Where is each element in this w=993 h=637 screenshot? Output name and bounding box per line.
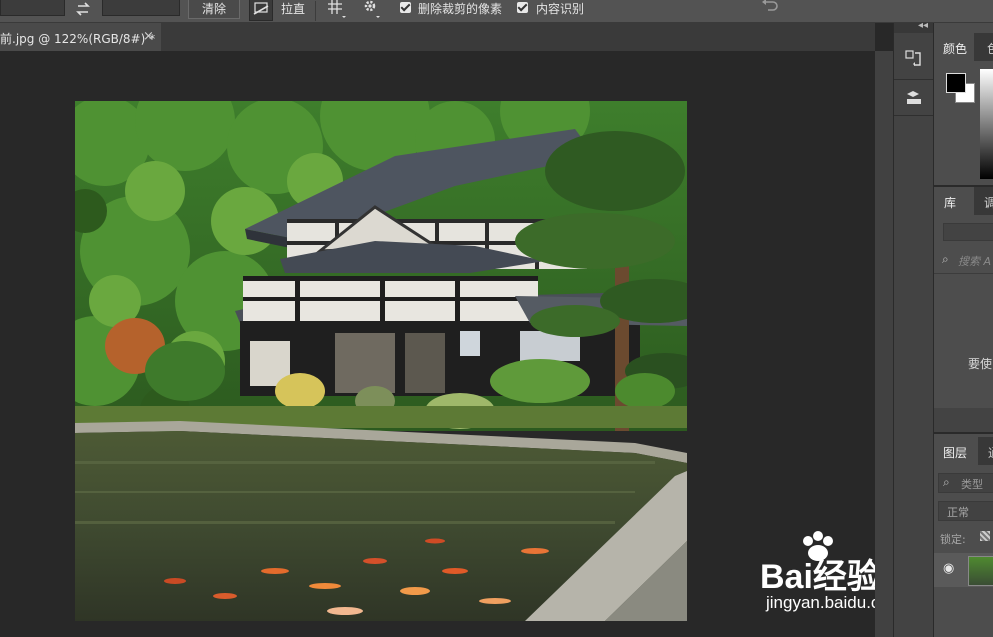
vertical-scrollbar[interactable]	[875, 51, 893, 637]
width-field[interactable]	[0, 0, 65, 16]
library-footer	[934, 408, 993, 432]
library-search-input[interactable]: 搜索 A	[958, 253, 991, 269]
swap-dimensions-icon[interactable]	[74, 1, 92, 17]
tab-channels[interactable]: 通	[988, 444, 993, 461]
content-aware-label: 内容识别	[536, 2, 585, 16]
document-title: 前.jpg @ 122%(RGB/8#) *	[0, 32, 156, 46]
library-dropdown[interactable]	[943, 223, 993, 241]
clear-button[interactable]: 清除	[188, 0, 240, 19]
lock-transparent-icon[interactable]	[980, 531, 990, 541]
properties-icon[interactable]	[904, 88, 924, 108]
straighten-label: 拉直	[281, 2, 306, 16]
tab-layers[interactable]: 图层	[934, 437, 978, 465]
tab-swatches[interactable]: 色	[987, 40, 993, 57]
tab-color[interactable]: 颜色	[934, 33, 974, 61]
document-image[interactable]	[75, 101, 687, 621]
gear-icon[interactable]	[361, 0, 381, 19]
height-field[interactable]	[102, 0, 180, 16]
delete-cropped-checkbox[interactable]	[400, 2, 411, 13]
filter-search-icon: ⌕	[943, 475, 950, 489]
straighten-icon[interactable]	[249, 0, 273, 21]
layer-filter-field[interactable]: ⌕ 类型	[938, 473, 993, 493]
eye-icon[interactable]: ◉	[943, 561, 954, 576]
panel-icon-strip: ◂◂	[893, 20, 934, 637]
close-tab-icon[interactable]: ×	[143, 29, 154, 44]
search-icon: ⌕	[942, 252, 949, 266]
layer-thumbnail	[968, 556, 993, 586]
lock-label: 锁定:	[940, 533, 966, 546]
collapse-icon[interactable]: ◂◂	[918, 20, 928, 31]
tab-library[interactable]: 库	[934, 187, 974, 215]
document-tab[interactable]: 前.jpg @ 122%(RGB/8#) * ×	[0, 23, 161, 51]
collapse-bar[interactable]: ◂◂	[894, 20, 934, 33]
right-panels: 颜色 色 库 调 ⌕ 搜索 A 要使 图层 通 ⌕ 类型 正常 锁定: ◉	[933, 23, 993, 637]
reset-icon[interactable]	[760, 0, 780, 14]
content-aware-checkbox[interactable]	[517, 2, 528, 13]
library-message: 要使	[968, 357, 993, 371]
layer-row[interactable]: ◉	[934, 553, 993, 587]
color-ramp[interactable]	[980, 69, 993, 179]
delete-cropped-label: 删除裁剪的像素	[418, 2, 503, 16]
separator	[315, 1, 316, 21]
tab-adjustments[interactable]: 调	[984, 194, 993, 211]
options-bar: 清除 拉直 删除裁剪的像素 内容识别	[0, 0, 993, 23]
overlay-grid-icon[interactable]	[326, 0, 346, 19]
history-icon[interactable]	[904, 49, 924, 69]
blend-mode-select[interactable]: 正常	[938, 501, 993, 521]
watermark-logo-text: Bai经验	[760, 558, 881, 596]
